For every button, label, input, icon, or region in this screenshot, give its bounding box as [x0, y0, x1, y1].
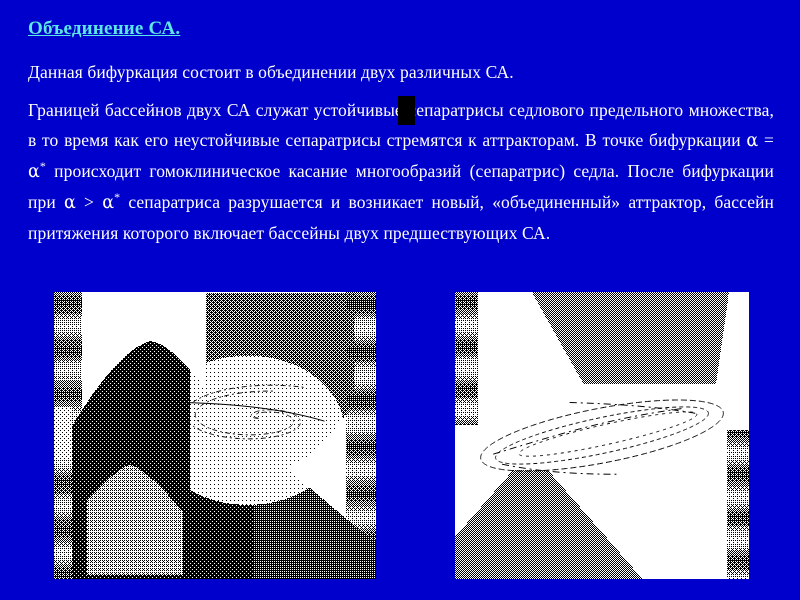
- presentation-slide: Объединение СА. Данная бифуркация состои…: [0, 0, 800, 600]
- equals-sign: =: [758, 130, 774, 150]
- intro-paragraph: Данная бифуркация состоит в объединении …: [28, 62, 514, 82]
- alpha-symbol-1: α: [746, 131, 759, 151]
- text-caret: [398, 96, 415, 125]
- alpha-symbol-2: α: [28, 162, 40, 182]
- alpha-symbol-4: α: [102, 193, 115, 213]
- basin-diagram-before-merge-canvas: [54, 292, 376, 579]
- greater-than-sign: >: [75, 192, 103, 212]
- basin-diagram-after-merge-canvas: [455, 292, 749, 579]
- body-text-part-3: сепаратриса разрушается и возникает новы…: [28, 192, 775, 243]
- alpha-symbol-3: α: [63, 193, 76, 213]
- basin-diagram-after-merge: [455, 292, 749, 579]
- page-title: Объединение СА.: [28, 18, 181, 39]
- basin-diagram-before-merge: [54, 292, 376, 579]
